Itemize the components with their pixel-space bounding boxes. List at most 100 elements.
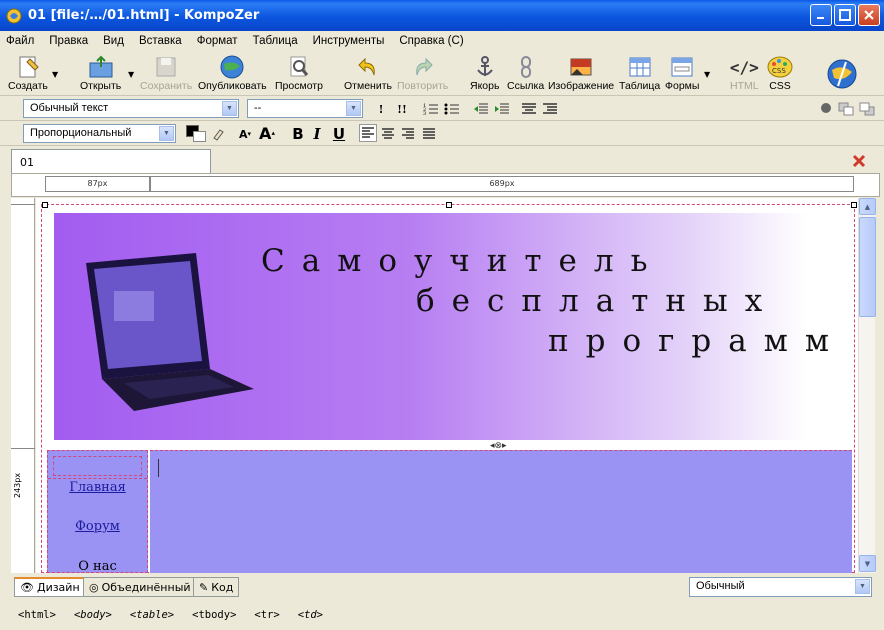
vertical-scrollbar[interactable]: ▲ ▼ [858, 198, 876, 573]
menu-format[interactable]: Формат [197, 35, 238, 47]
tab-design[interactable]: 👁 Дизайн [14, 577, 86, 597]
align-right-button[interactable] [399, 125, 417, 143]
banner-title-line-2: бесплатных [416, 283, 780, 319]
breadcrumb-body[interactable]: <body> [74, 609, 112, 621]
align-block-icon[interactable] [520, 100, 538, 118]
font-larger-icon[interactable]: A ▴ [258, 124, 276, 143]
publish-button[interactable]: Опубликовать [198, 54, 267, 92]
main-content-cell[interactable] [150, 450, 852, 573]
layer-send-back-icon[interactable] [858, 100, 876, 118]
svg-text:CSS: CSS [772, 67, 786, 75]
format-toolbar-2: Пропорциональный ▼ A ▾ A ▴ B I U [0, 122, 884, 146]
numbered-list-icon[interactable]: 123 [422, 100, 440, 118]
create-dropdown-icon[interactable]: ▼ [52, 70, 58, 79]
menu-insert[interactable]: Вставка [139, 35, 182, 47]
minimize-button[interactable] [810, 4, 832, 26]
emphasis-icon[interactable]: ! [372, 100, 390, 118]
layer-icon[interactable] [817, 99, 835, 117]
publish-globe-icon [219, 54, 245, 80]
eraser-icon[interactable] [209, 125, 227, 143]
html-tag-icon: </> [729, 57, 759, 77]
text-color-picker[interactable] [186, 125, 210, 143]
menu-table[interactable]: Таблица [253, 35, 298, 47]
tab-combined[interactable]: ◎ Объединённый [83, 577, 197, 597]
close-button[interactable] [858, 4, 880, 26]
redo-button[interactable]: Повторить [397, 54, 448, 92]
menu-help[interactable]: Справка (C) [399, 35, 463, 47]
breadcrumb-tr[interactable]: <tr> [254, 609, 279, 621]
link-button[interactable]: Ссылка [507, 54, 544, 92]
scroll-down-button[interactable]: ▼ [859, 555, 876, 572]
menu-view[interactable]: Вид [103, 35, 124, 47]
resize-handle[interactable] [851, 202, 857, 208]
anchor-icon [472, 54, 498, 80]
close-tab-icon[interactable] [852, 154, 866, 171]
editor-canvas[interactable]: Самоучитель бесплатных программ ◂⊗▸ Глав… [36, 198, 858, 573]
font-select[interactable]: Пропорциональный ▼ [23, 124, 176, 143]
open-folder-icon [88, 54, 114, 80]
create-button[interactable]: Создать [8, 54, 48, 92]
table-button[interactable]: Таблица [619, 54, 660, 92]
layer-bring-forward-icon[interactable] [837, 100, 855, 118]
empty-nav-cell[interactable] [53, 456, 142, 476]
forms-dropdown-icon[interactable]: ▼ [704, 70, 710, 79]
align-left-button[interactable] [359, 124, 377, 142]
css-button[interactable]: CSS CSS [767, 54, 793, 92]
row-height-1[interactable]: 243px [13, 473, 22, 498]
row-ruler-mark [11, 448, 35, 449]
nav-cell[interactable]: Главная Форум О нас [47, 450, 148, 573]
forms-button[interactable]: Формы [665, 54, 699, 92]
open-button[interactable]: Открыть [80, 54, 121, 92]
kompozer-globe-logo [826, 58, 858, 90]
strong-icon[interactable]: !! [393, 100, 411, 118]
maximize-button[interactable] [834, 4, 856, 26]
outdent-icon[interactable] [472, 100, 490, 118]
bullet-list-icon[interactable] [443, 100, 461, 118]
view-mode-select[interactable]: Обычный ▼ [689, 577, 872, 597]
html-button[interactable]: </> HTML [729, 54, 759, 93]
save-button[interactable]: Сохранить [140, 54, 192, 92]
open-dropdown-icon[interactable]: ▼ [128, 70, 134, 79]
main-toolbar: Создать ▼ Открыть ▼ Сохранить Опубликова… [0, 52, 884, 96]
class-select[interactable]: -- ▼ [247, 99, 363, 118]
resize-handle[interactable] [446, 202, 452, 208]
column-width-1[interactable]: 87px [45, 176, 150, 192]
menu-bar: Файл Правка Вид Вставка Формат Таблица И… [0, 31, 884, 51]
indent-icon[interactable] [493, 100, 511, 118]
column-width-2[interactable]: 689px [150, 176, 854, 192]
bold-button[interactable]: B [289, 125, 307, 143]
breadcrumb-tbody[interactable]: <tbody> [192, 609, 236, 621]
nav-link-home[interactable]: Главная [48, 480, 147, 495]
align-indent-icon[interactable] [541, 100, 559, 118]
tab-code[interactable]: ✎ Код [193, 577, 240, 597]
justify-button[interactable] [420, 125, 438, 143]
code-icon: ✎ [199, 580, 209, 594]
breadcrumb-td[interactable]: <td> [298, 609, 323, 621]
preview-button[interactable]: Просмотр [275, 54, 323, 92]
chain-link-icon [513, 54, 539, 80]
chevron-down-icon: ▼ [159, 126, 174, 141]
italic-button[interactable]: I [308, 125, 326, 143]
nav-text-about: О нас [78, 559, 117, 573]
underline-button[interactable]: U [330, 125, 348, 143]
new-document-icon [15, 54, 41, 80]
font-smaller-icon[interactable]: A ▾ [236, 125, 254, 143]
tab-01[interactable]: 01 [11, 149, 211, 173]
document-tab-strip: 01 [0, 147, 884, 173]
scroll-thumb[interactable] [859, 217, 876, 317]
menu-file[interactable]: Файл [6, 35, 34, 47]
resize-handle[interactable] [42, 202, 48, 208]
breadcrumb-table[interactable]: <table> [130, 609, 174, 621]
undo-button[interactable]: Отменить [344, 54, 392, 92]
scroll-up-button[interactable]: ▲ [859, 198, 876, 215]
paragraph-style-select[interactable]: Обычный текст ▼ [23, 99, 239, 118]
anchor-button[interactable]: Якорь [470, 54, 499, 92]
css-palette-icon: CSS [767, 54, 793, 80]
image-button[interactable]: Изображение [548, 54, 614, 92]
nav-link-forum[interactable]: Форум [48, 519, 147, 534]
align-center-button[interactable] [379, 125, 397, 143]
menu-edit[interactable]: Правка [49, 35, 88, 47]
menu-tools[interactable]: Инструменты [313, 35, 385, 47]
undo-arrow-icon [355, 54, 381, 80]
breadcrumb-html[interactable]: <html> [18, 609, 56, 621]
